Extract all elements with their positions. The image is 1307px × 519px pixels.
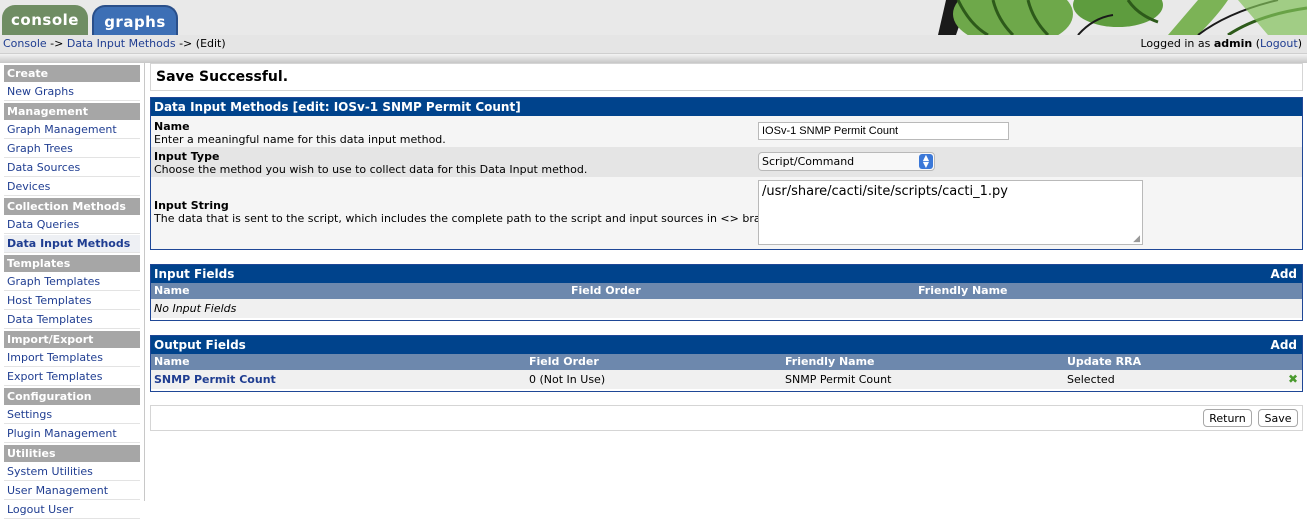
save-button[interactable]: Save: [1258, 409, 1298, 427]
output-field-rra: Selected: [1067, 373, 1115, 386]
top-banner: console graphs: [0, 0, 1307, 35]
output-fields-panel: Output Fields Add Name Field Order Frien…: [150, 335, 1303, 392]
cactus-logo: [938, 0, 1307, 35]
output-fields-header: Output Fields Add: [151, 336, 1302, 354]
form-actions: Return Save: [150, 405, 1303, 431]
login-user: admin: [1213, 37, 1253, 50]
input-string-value: /usr/share/cacti/site/scripts/cacti_1.py: [762, 184, 1008, 199]
sidebar-head-templates: Templates: [4, 255, 140, 272]
nav-separator: [0, 54, 1307, 63]
input-type-label-block: Input Type Choose the method you wish to…: [154, 150, 587, 176]
sidebar-item-data-templates[interactable]: Data Templates: [4, 311, 140, 329]
input-string-row: Input String The data that is sent to th…: [151, 177, 1302, 249]
input-string-label: Input String: [154, 199, 229, 212]
col-field-order[interactable]: Field Order: [529, 354, 599, 370]
sidebar-head-utilities: Utilities: [4, 445, 140, 462]
sidebar-item-settings[interactable]: Settings: [4, 406, 140, 424]
col-friendly-name[interactable]: Friendly Name: [918, 283, 1008, 299]
sidebar-item-data-sources[interactable]: Data Sources: [4, 159, 140, 177]
delete-icon[interactable]: ✖: [1288, 370, 1298, 389]
breadcrumb: Console -> Data Input Methods -> (Edit): [3, 35, 226, 53]
edit-panel: Data Input Methods [edit: IOSv-1 SNMP Pe…: [150, 97, 1303, 250]
table-row: SNMP Permit Count 0 (Not In Use) SNMP Pe…: [151, 370, 1302, 389]
sidebar: Create New Graphs Management Graph Manag…: [0, 63, 145, 519]
name-label: Name: [154, 120, 190, 133]
col-name[interactable]: Name: [154, 354, 190, 370]
no-input-fields-text: No Input Fields: [154, 302, 237, 315]
tab-graphs[interactable]: graphs: [92, 5, 178, 35]
nav-bar: Console -> Data Input Methods -> (Edit) …: [0, 35, 1307, 54]
breadcrumb-sep: ->: [46, 37, 67, 50]
tab-console[interactable]: console: [2, 5, 88, 35]
edit-panel-subtitle: [edit: IOSv-1 SNMP Permit Count]: [292, 100, 521, 114]
sidebar-item-data-queries[interactable]: Data Queries: [4, 216, 140, 234]
output-field-friendly: SNMP Permit Count: [785, 373, 892, 386]
sidebar-head-collection: Collection Methods: [4, 198, 140, 215]
logout-link[interactable]: Logout: [1260, 37, 1298, 50]
return-button[interactable]: Return: [1203, 409, 1252, 427]
sidebar-item-import-templates[interactable]: Import Templates: [4, 349, 140, 367]
input-type-label: Input Type: [154, 150, 220, 163]
edit-panel-title: Data Input Methods: [154, 100, 289, 114]
input-type-description: Choose the method you wish to use to col…: [154, 163, 588, 176]
sidebar-head-configuration: Configuration: [4, 388, 140, 405]
login-prefix: Logged in as: [1140, 37, 1214, 50]
input-fields-panel: Input Fields Add Name Field Order Friend…: [150, 264, 1303, 321]
output-fields-title: Output Fields: [154, 338, 246, 352]
sidebar-item-graph-management[interactable]: Graph Management: [4, 121, 140, 139]
col-update-rra[interactable]: Update RRA: [1067, 354, 1141, 370]
sidebar-item-plugin-management[interactable]: Plugin Management: [4, 425, 140, 443]
sidebar-item-export-templates[interactable]: Export Templates: [4, 368, 140, 386]
sidebar-item-new-graphs[interactable]: New Graphs: [4, 83, 140, 101]
output-field-name-link[interactable]: SNMP Permit Count: [154, 370, 276, 389]
output-fields-add-link[interactable]: Add: [1271, 336, 1297, 354]
edit-panel-header: Data Input Methods [edit: IOSv-1 SNMP Pe…: [151, 98, 1302, 116]
col-field-order[interactable]: Field Order: [571, 283, 641, 299]
sidebar-head-create: Create: [4, 65, 140, 82]
name-label-block: Name Enter a meaningful name for this da…: [154, 120, 446, 146]
col-name[interactable]: Name: [154, 283, 190, 299]
input-type-row: Input Type Choose the method you wish to…: [151, 147, 1302, 177]
input-type-select[interactable]: Script/Command ▲ ▼: [758, 152, 935, 171]
sidebar-item-devices[interactable]: Devices: [4, 178, 140, 196]
sidebar-item-host-templates[interactable]: Host Templates: [4, 292, 140, 310]
input-fields-title: Input Fields: [154, 267, 235, 281]
resize-handle-icon: ◢: [1133, 234, 1140, 244]
name-input[interactable]: [758, 122, 1009, 140]
name-row: Name Enter a meaningful name for this da…: [151, 116, 1302, 147]
name-description: Enter a meaningful name for this data in…: [154, 133, 446, 146]
sidebar-item-graph-templates[interactable]: Graph Templates: [4, 273, 140, 291]
input-fields-header: Input Fields Add: [151, 265, 1302, 283]
input-type-value: Script/Command: [762, 155, 855, 168]
output-fields-column-header: Name Field Order Friendly Name Update RR…: [151, 354, 1302, 370]
breadcrumb-data-input-methods[interactable]: Data Input Methods: [67, 37, 176, 50]
sidebar-item-logout-user[interactable]: Logout User: [4, 501, 140, 519]
output-field-order: 0 (Not In Use): [529, 373, 606, 386]
save-success-message: Save Successful.: [150, 63, 1303, 91]
input-fields-add-link[interactable]: Add: [1271, 265, 1297, 283]
input-string-textarea[interactable]: /usr/share/cacti/site/scripts/cacti_1.py…: [758, 180, 1143, 245]
select-arrows-icon: ▲ ▼: [919, 154, 933, 169]
input-fields-column-header: Name Field Order Friendly Name: [151, 283, 1302, 299]
login-paren-close: ): [1297, 37, 1302, 50]
input-fields-empty-row: No Input Fields: [151, 299, 1302, 318]
sidebar-item-graph-trees[interactable]: Graph Trees: [4, 140, 140, 158]
sidebar-item-system-utilities[interactable]: System Utilities: [4, 463, 140, 481]
sidebar-item-data-input-methods[interactable]: Data Input Methods: [4, 235, 140, 253]
login-status: Logged in as admin (Logout): [1140, 35, 1302, 53]
sidebar-head-management: Management: [4, 103, 140, 120]
sidebar-head-import-export: Import/Export: [4, 331, 140, 348]
login-paren-open: (: [1252, 37, 1261, 50]
input-string-label-block: Input String The data that is sent to th…: [154, 199, 793, 225]
col-friendly-name[interactable]: Friendly Name: [785, 354, 875, 370]
sidebar-item-user-management[interactable]: User Management: [4, 482, 140, 500]
breadcrumb-edit: -> (Edit): [175, 37, 226, 50]
breadcrumb-console[interactable]: Console: [3, 37, 47, 50]
input-string-description: The data that is sent to the script, whi…: [154, 212, 793, 225]
